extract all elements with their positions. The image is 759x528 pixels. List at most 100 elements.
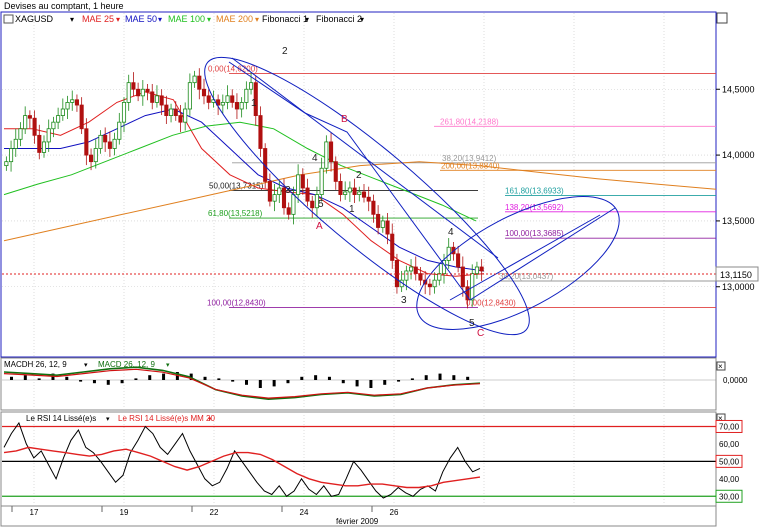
legend-ma50-caret[interactable]: ▾ xyxy=(158,15,162,24)
wave-label-b: B xyxy=(341,114,348,125)
legend-ma100-caret[interactable]: ▾ xyxy=(207,15,211,24)
candle-body-68 xyxy=(324,141,329,169)
rsi-tick-1: 60,00 xyxy=(719,440,740,449)
price-tick-2: 13,5000 xyxy=(722,216,755,226)
rsi-ma-legend[interactable]: Le RSI 14 Lissé(e)s MM 20 xyxy=(118,414,215,423)
candle-body-22 xyxy=(107,141,112,149)
candle-body-77 xyxy=(366,196,371,202)
candle-body-73 xyxy=(347,187,352,193)
rsi-tick-3: 40,00 xyxy=(719,475,740,484)
wave-label-3-mid: 3 xyxy=(285,185,291,196)
fib-label-5: 161,80(13,6933) xyxy=(505,186,564,195)
macd-bar-33 xyxy=(466,376,470,380)
legend-fib2-caret[interactable]: ▾ xyxy=(360,15,364,24)
macd-bar-7 xyxy=(106,380,110,385)
legend-fib1-caret[interactable]: ▾ xyxy=(305,15,309,24)
candle-body-32 xyxy=(154,95,159,103)
macd-line-caret[interactable]: ▾ xyxy=(166,362,170,369)
candle-body-97 xyxy=(460,266,465,288)
candle-body-58 xyxy=(277,187,282,195)
fib-label-8: 100,00(13,3685) xyxy=(505,229,564,238)
macd-hist-caret[interactable]: ▾ xyxy=(84,362,88,369)
macd-bar-27 xyxy=(383,380,387,385)
macd-bar-22 xyxy=(314,375,318,380)
candle-body-48 xyxy=(230,95,235,103)
price-axis[interactable]: 14,5000 14,0000 13,5000 13,0000 xyxy=(716,84,755,292)
candle-body-76 xyxy=(361,191,367,198)
macd-hist-legend[interactable]: MACDH 26, 12, 9 xyxy=(4,360,67,369)
candle-body-27 xyxy=(131,82,136,90)
wave-label-1-mid: 1 xyxy=(349,204,355,215)
candle-body-10 xyxy=(51,121,56,130)
wave-label-4-mid: 4 xyxy=(312,153,318,164)
legend-ma50[interactable]: MAE 50 xyxy=(125,14,157,24)
wave-label-c: C xyxy=(477,328,484,339)
instrument-icon[interactable] xyxy=(3,14,14,24)
candle-body-34 xyxy=(164,104,169,116)
rsi-legend: Le RSI 14 Lissé(e)s ▾ Le RSI 14 Lissé(e)… xyxy=(26,414,215,423)
candle-body-8 xyxy=(41,141,47,153)
x-tick-3: 24 xyxy=(300,508,309,517)
candle-body-52 xyxy=(249,82,254,90)
legend-ma200[interactable]: MAE 200 xyxy=(216,14,253,24)
macd-bar-10 xyxy=(148,375,152,380)
candle-body-100 xyxy=(474,266,479,274)
candle-body-62 xyxy=(296,174,301,195)
macd-bar-0 xyxy=(10,376,13,380)
wave-label-2-top: 2 xyxy=(282,46,288,57)
x-axis-month: février 2009 xyxy=(336,517,379,526)
candle-body-51 xyxy=(244,88,249,103)
candle-body-26 xyxy=(126,82,131,103)
candle-body-75 xyxy=(357,191,362,195)
chart-title: Devises au comptant, 1 heure xyxy=(4,1,124,11)
candle-body-50 xyxy=(239,102,244,110)
rsi-legend[interactable]: Le RSI 14 Lissé(e)s xyxy=(26,414,96,423)
macd-bar-2 xyxy=(37,378,41,380)
candle-body-81 xyxy=(385,220,390,235)
rsi-axis[interactable]: 70,00 60,00 50,00 40,00 30,00 xyxy=(715,419,743,503)
candle-body-9 xyxy=(46,128,51,143)
fib-label-3: 200,00(13,8840) xyxy=(441,161,500,170)
candle-body-87 xyxy=(413,266,418,274)
fib-label-10: 100,00(12,8430) xyxy=(207,298,266,307)
candle-body-47 xyxy=(225,95,230,103)
macd-bar-16 xyxy=(231,380,235,382)
rsi-tick-0: 70,00 xyxy=(719,422,740,431)
candle-body-101 xyxy=(479,266,484,272)
candle-body-28 xyxy=(136,88,141,97)
wave-label-1-top: 1 xyxy=(251,98,257,109)
candle-body-37 xyxy=(178,115,183,123)
legend-ma100[interactable]: MAE 100 xyxy=(168,14,205,24)
legend-ma25[interactable]: MAE 25 xyxy=(82,14,114,24)
x-tick-2: 22 xyxy=(210,508,219,517)
macd-bar-19 xyxy=(272,380,276,387)
price-tick-0: 14,5000 xyxy=(722,84,755,94)
candle-body-5 xyxy=(27,115,32,119)
legend-instrument-caret[interactable]: ▾ xyxy=(70,15,74,24)
candle-body-29 xyxy=(140,88,145,97)
wave-label-3-low: 3 xyxy=(401,295,407,306)
macd-bar-21 xyxy=(300,376,304,380)
legend-ma25-caret[interactable]: ▾ xyxy=(116,15,120,24)
wave-label-2-mid: 2 xyxy=(356,170,362,181)
maximize-icon[interactable] xyxy=(716,12,728,24)
rsi-tick-4: 30,00 xyxy=(719,492,740,501)
candle-body-21 xyxy=(103,134,108,143)
candle-body-14 xyxy=(70,99,75,103)
main-panel[interactable] xyxy=(0,11,717,358)
candle-body-49 xyxy=(234,102,239,110)
candle-body-1 xyxy=(9,148,14,163)
rsi-caret[interactable]: ▾ xyxy=(106,416,110,423)
macd-bar-29 xyxy=(410,378,414,380)
rsi-ma-caret[interactable]: ▾ xyxy=(208,416,212,423)
legend-fib2[interactable]: Fibonacci 2 xyxy=(316,14,362,24)
candle-body-56 xyxy=(267,181,272,202)
macd-close-x[interactable]: × xyxy=(718,362,723,371)
legend-instrument[interactable]: XAGUSD xyxy=(15,14,54,24)
legend-ma200-caret[interactable]: ▾ xyxy=(255,15,259,24)
candle-body-57 xyxy=(272,194,277,202)
legend-fib1[interactable]: Fibonacci 1 xyxy=(262,14,308,24)
candle-body-11 xyxy=(56,115,61,123)
macd-bar-18 xyxy=(258,380,262,388)
candle-body-42 xyxy=(201,88,207,97)
